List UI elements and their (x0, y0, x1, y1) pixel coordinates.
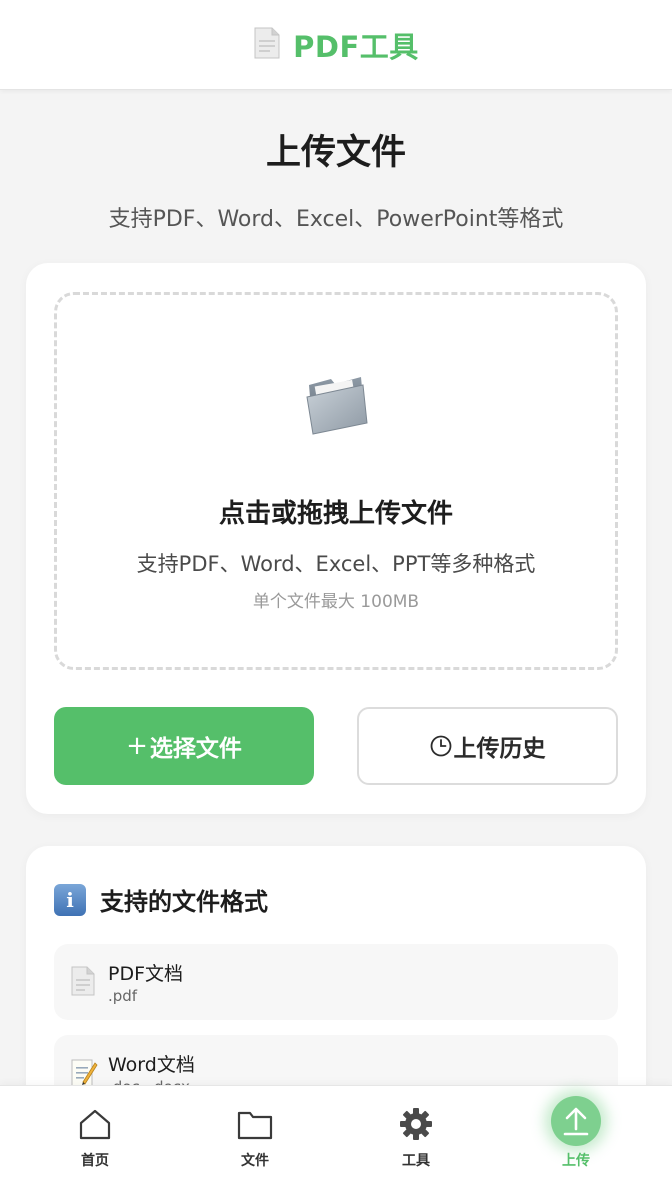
bottom-tab-bar: 首页 文件 工具 上传 (0, 1085, 672, 1188)
upload-icon (551, 1096, 601, 1146)
gear-icon (398, 1104, 434, 1144)
clock-icon (430, 735, 452, 757)
format-extension: .pdf (108, 987, 138, 1005)
brand: PDF工具 (253, 24, 419, 66)
format-item-pdf: PDF文档 .pdf (54, 944, 618, 1020)
plus-icon: + (126, 731, 148, 761)
format-name: PDF文档 (108, 963, 184, 985)
page-subtitle: 支持PDF、Word、Excel、PowerPoint等格式 (108, 207, 564, 232)
tab-home[interactable]: 首页 (11, 1086, 179, 1188)
dropzone-subtitle: 支持PDF、Word、Excel、PPT等多种格式 (136, 552, 536, 576)
info-icon: i (54, 883, 86, 916)
select-file-label: 选择文件 (149, 736, 242, 762)
tab-label: 工具 (402, 1153, 430, 1169)
tab-label: 上传 (562, 1153, 590, 1169)
upload-history-button[interactable]: 上传历史 (357, 707, 618, 785)
page-title: 上传文件 (265, 133, 406, 173)
folder-icon (301, 371, 371, 441)
upload-card: 点击或拖拽上传文件 支持PDF、Word、Excel、PPT等多种格式 单个文件… (26, 263, 646, 814)
app-header: PDF工具 (0, 0, 672, 90)
tab-tools[interactable]: 工具 (332, 1086, 500, 1188)
upload-dropzone[interactable]: 点击或拖拽上传文件 支持PDF、Word、Excel、PPT等多种格式 单个文件… (54, 292, 618, 670)
folder-icon (237, 1104, 273, 1144)
formats-header: i 支持的文件格式 (54, 882, 268, 917)
document-icon (253, 27, 281, 63)
formats-title: 支持的文件格式 (100, 888, 268, 916)
home-icon (78, 1104, 112, 1144)
app-title: PDF工具 (293, 29, 419, 64)
dropzone-size-limit: 单个文件最大 100MB (252, 592, 420, 612)
pdf-document-icon (70, 966, 96, 1000)
tab-label: 首页 (81, 1153, 109, 1169)
select-file-button[interactable]: + 选择文件 (54, 707, 314, 785)
tab-files[interactable]: 文件 (171, 1086, 339, 1188)
upload-history-label: 上传历史 (453, 736, 546, 762)
dropzone-title: 点击或拖拽上传文件 (218, 499, 453, 529)
tab-label: 文件 (241, 1153, 269, 1169)
tab-upload[interactable]: 上传 (492, 1086, 660, 1188)
format-name: Word文档 (108, 1054, 195, 1076)
